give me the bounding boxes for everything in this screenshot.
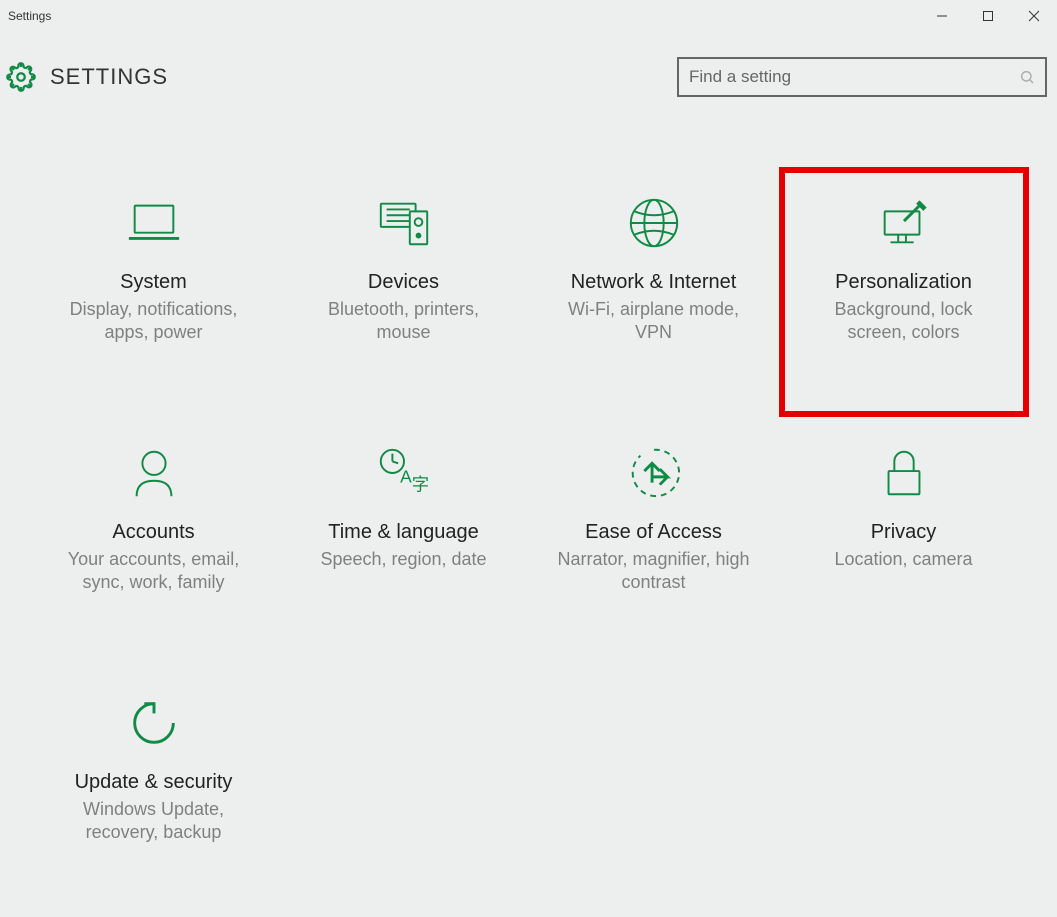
- category-description: Wi-Fi, airplane mode, VPN: [554, 298, 754, 345]
- category-description: Windows Update, recovery, backup: [54, 798, 254, 845]
- category-description: Bluetooth, printers, mouse: [304, 298, 504, 345]
- category-title: Ease of Access: [585, 521, 722, 544]
- maximize-button[interactable]: [965, 0, 1011, 32]
- header: SETTINGS: [0, 32, 1057, 102]
- category-system[interactable]: System Display, notifications, apps, pow…: [29, 167, 279, 417]
- update-icon: [124, 693, 184, 753]
- laptop-icon: [124, 193, 184, 253]
- category-description: Display, notifications, apps, power: [54, 298, 254, 345]
- category-title: Network & Internet: [571, 271, 737, 294]
- category-network[interactable]: Network & Internet Wi-Fi, airplane mode,…: [529, 167, 779, 417]
- header-left: SETTINGS: [6, 62, 168, 92]
- category-title: Personalization: [835, 271, 972, 294]
- search-icon: [1019, 69, 1035, 85]
- category-title: Accounts: [112, 521, 194, 544]
- category-description: Background, lock screen, colors: [804, 298, 1004, 345]
- titlebar: Settings: [0, 0, 1057, 32]
- categories-grid: System Display, notifications, apps, pow…: [0, 102, 1057, 917]
- search-input[interactable]: [689, 67, 1019, 87]
- ease-icon: [624, 443, 684, 503]
- close-button[interactable]: [1011, 0, 1057, 32]
- time-language-icon: A 字: [374, 443, 434, 503]
- category-description: Narrator, magnifier, high contrast: [554, 548, 754, 595]
- window-controls: [919, 0, 1057, 32]
- category-title: Devices: [368, 271, 439, 294]
- category-accounts[interactable]: Accounts Your accounts, email, sync, wor…: [29, 417, 279, 667]
- personalization-icon: [874, 193, 934, 253]
- minimize-button[interactable]: [919, 0, 965, 32]
- lock-icon: [874, 443, 934, 503]
- svg-text:A: A: [400, 467, 412, 487]
- category-time-language[interactable]: A 字 Time & language Speech, region, date: [279, 417, 529, 667]
- gear-icon: [6, 62, 36, 92]
- category-description: Speech, region, date: [320, 548, 486, 571]
- page-title: SETTINGS: [50, 64, 168, 90]
- category-personalization[interactable]: Personalization Background, lock screen,…: [779, 167, 1029, 417]
- globe-icon: [624, 193, 684, 253]
- person-icon: [124, 443, 184, 503]
- devices-icon: [374, 193, 434, 253]
- window-title: Settings: [8, 9, 51, 23]
- category-ease-of-access[interactable]: Ease of Access Narrator, magnifier, high…: [529, 417, 779, 667]
- category-title: Privacy: [871, 521, 937, 544]
- category-update-security[interactable]: Update & security Windows Update, recove…: [29, 667, 279, 917]
- category-privacy[interactable]: Privacy Location, camera: [779, 417, 1029, 667]
- svg-text:字: 字: [411, 474, 428, 494]
- category-title: System: [120, 271, 187, 294]
- category-description: Location, camera: [834, 548, 972, 571]
- category-description: Your accounts, email, sync, work, family: [54, 548, 254, 595]
- category-devices[interactable]: Devices Bluetooth, printers, mouse: [279, 167, 529, 417]
- category-title: Update & security: [75, 771, 233, 794]
- search-box[interactable]: [677, 57, 1047, 97]
- category-title: Time & language: [328, 521, 478, 544]
